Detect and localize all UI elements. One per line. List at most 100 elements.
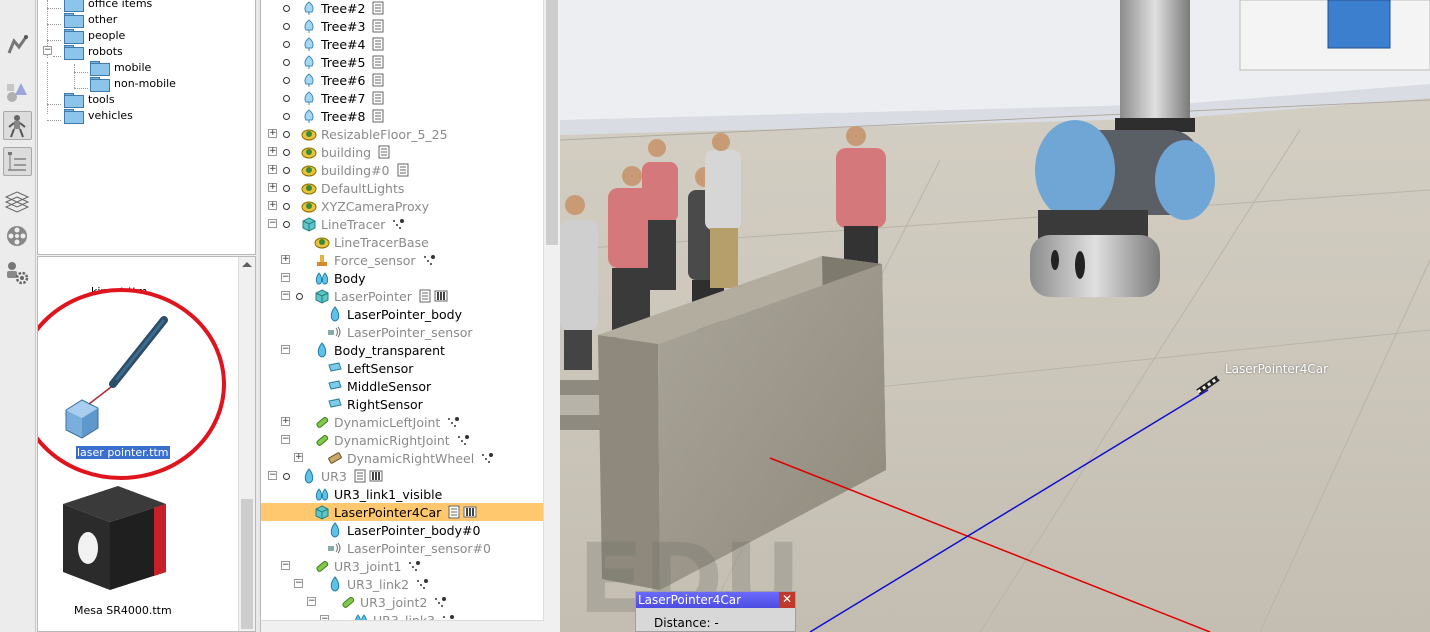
visibility-dot-icon[interactable]: [283, 167, 290, 174]
hierarchy-horizontal-scrollbar[interactable]: [261, 620, 544, 632]
visibility-dot-icon[interactable]: [283, 77, 290, 84]
script-icon[interactable]: [377, 145, 391, 159]
hierarchy-item[interactable]: DynamicRightJoint: [314, 431, 470, 449]
dialog-title[interactable]: LaserPointer4Car: [636, 592, 795, 608]
script-icon[interactable]: [418, 289, 432, 303]
visibility-dot-icon[interactable]: [283, 473, 290, 480]
hierarchy-item[interactable]: LaserPointer: [314, 287, 448, 305]
hierarchy-item[interactable]: UR3_link1_visible: [314, 485, 446, 503]
dynamics-icon[interactable]: [456, 433, 470, 447]
hierarchy-item[interactable]: UR3_joint1: [314, 557, 421, 575]
hierarchy-item[interactable]: LaserPointer4Car: [261, 503, 543, 521]
hierarchy-item[interactable]: LineTracerBase: [314, 233, 433, 251]
close-button[interactable]: ✕: [779, 592, 795, 608]
folder-robots[interactable]: robots: [64, 43, 123, 60]
scroll-up-arrow-icon[interactable]: [242, 262, 252, 267]
hierarchy-item[interactable]: LineTracer: [301, 215, 405, 233]
expand-toggle[interactable]: +: [268, 183, 277, 192]
expand-toggle[interactable]: +: [268, 129, 277, 138]
script-icon[interactable]: [447, 505, 461, 519]
expand-toggle[interactable]: −: [281, 345, 290, 354]
scroll-thumb[interactable]: [546, 0, 558, 245]
expand-toggle[interactable]: −: [281, 561, 290, 570]
expand-toggle[interactable]: −: [268, 471, 277, 480]
dynamics-icon[interactable]: [415, 577, 429, 591]
expand-toggle[interactable]: −: [268, 219, 277, 228]
visibility-dot-icon[interactable]: [283, 41, 290, 48]
visibility-dot-icon[interactable]: [283, 185, 290, 192]
hierarchy-scrollbar[interactable]: [543, 0, 560, 632]
folder-people[interactable]: people: [64, 27, 125, 44]
hierarchy-item[interactable]: Tree#8: [301, 107, 385, 125]
primitives-icon[interactable]: [3, 78, 32, 107]
customization-script-icon[interactable]: [369, 469, 383, 483]
customization-script-icon[interactable]: [463, 505, 477, 519]
visibility-dot-icon[interactable]: [283, 59, 290, 66]
hierarchy-item[interactable]: UR3_link2: [327, 575, 429, 593]
expand-toggle[interactable]: +: [281, 417, 290, 426]
folder-office-items[interactable]: office items: [64, 0, 152, 12]
expand-toggle[interactable]: +: [268, 165, 277, 174]
expand-toggle[interactable]: +: [268, 147, 277, 156]
dynamics-icon[interactable]: [422, 253, 436, 267]
dynamics-icon[interactable]: [480, 451, 494, 465]
hierarchy-item[interactable]: Force_sensor: [314, 251, 436, 269]
hierarchy-item[interactable]: LeftSensor: [327, 359, 417, 377]
hierarchy-item[interactable]: Tree#5: [301, 53, 385, 71]
hierarchy-item[interactable]: Tree#2: [301, 0, 385, 17]
script-icon[interactable]: [371, 55, 385, 69]
hierarchy-item[interactable]: Tree#6: [301, 71, 385, 89]
script-icon[interactable]: [371, 19, 385, 33]
layers-icon[interactable]: [3, 186, 32, 215]
hierarchy-item[interactable]: DynamicRightWheel: [327, 449, 494, 467]
model-list-scrollbar[interactable]: [238, 257, 255, 631]
hierarchy-item[interactable]: LaserPointer_body#0: [327, 521, 484, 539]
folder-vehicles[interactable]: vehicles: [64, 107, 133, 124]
visibility-dot-icon[interactable]: [283, 5, 290, 12]
hierarchy-item[interactable]: Tree#7: [301, 89, 385, 107]
visibility-dot-icon[interactable]: [283, 149, 290, 156]
hierarchy-item[interactable]: LaserPointer_body: [327, 305, 466, 323]
script-icon[interactable]: [396, 163, 410, 177]
dynamics-icon[interactable]: [446, 415, 460, 429]
visibility-dot-icon[interactable]: [283, 221, 290, 228]
film-reel-icon[interactable]: [3, 222, 32, 251]
dynamics-icon[interactable]: [407, 559, 421, 573]
visibility-dot-icon[interactable]: [283, 131, 290, 138]
robots-collapse-toggle[interactable]: −: [43, 46, 52, 55]
mesa-sr4000-model-item[interactable]: [58, 482, 178, 597]
dynamics-icon[interactable]: [391, 217, 405, 231]
hierarchy-item[interactable]: Tree#3: [301, 17, 385, 35]
expand-toggle[interactable]: −: [281, 291, 290, 300]
script-icon[interactable]: [353, 469, 367, 483]
folder-tools[interactable]: tools: [64, 91, 115, 108]
hierarchy-item[interactable]: LaserPointer_sensor: [327, 323, 477, 341]
folder-non-mobile[interactable]: non-mobile: [90, 75, 176, 92]
folder-mobile[interactable]: mobile: [90, 59, 151, 76]
script-icon[interactable]: [371, 109, 385, 123]
hierarchy-item[interactable]: DefaultLights: [301, 179, 408, 197]
folder-other[interactable]: other: [64, 11, 117, 28]
script-icon[interactable]: [371, 1, 385, 15]
hierarchy-item[interactable]: Body: [314, 269, 370, 287]
dynamics-icon[interactable]: [433, 595, 447, 609]
hierarchy-item[interactable]: RightSensor: [327, 395, 427, 413]
scene-hierarchy-icon[interactable]: [3, 147, 32, 176]
shapes-icon[interactable]: [3, 30, 32, 59]
hierarchy-item[interactable]: XYZCameraProxy: [301, 197, 433, 215]
visibility-dot-icon[interactable]: [296, 293, 303, 300]
hierarchy-item[interactable]: MiddleSensor: [327, 377, 435, 395]
visibility-dot-icon[interactable]: [283, 113, 290, 120]
scene-3d-viewport[interactable]: EDU: [560, 0, 1430, 632]
hierarchy-item[interactable]: building#0: [301, 161, 410, 179]
expand-toggle[interactable]: −: [281, 435, 290, 444]
hierarchy-item[interactable]: LaserPointer_sensor#0: [327, 539, 495, 557]
script-icon[interactable]: [371, 37, 385, 51]
hierarchy-item[interactable]: Tree#4: [301, 35, 385, 53]
visibility-dot-icon[interactable]: [283, 95, 290, 102]
expand-toggle[interactable]: −: [294, 579, 303, 588]
hierarchy-item[interactable]: Body_transparent: [314, 341, 449, 359]
script-icon[interactable]: [371, 91, 385, 105]
hierarchy-item[interactable]: UR3_joint2: [340, 593, 447, 611]
visibility-dot-icon[interactable]: [283, 203, 290, 210]
